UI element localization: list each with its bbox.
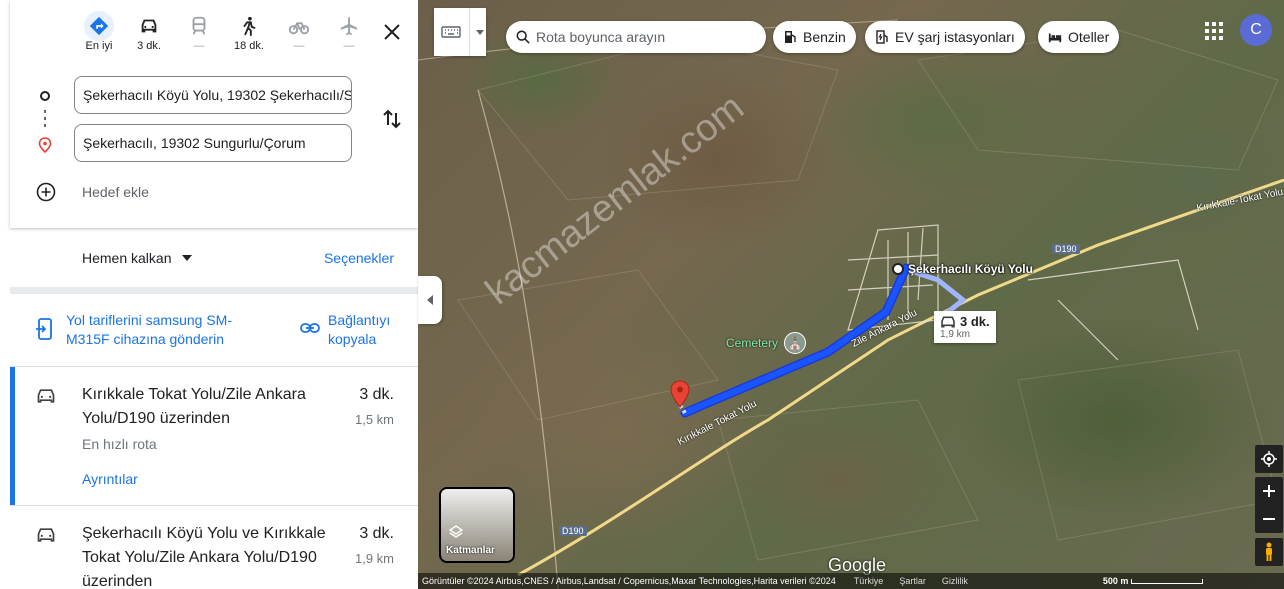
- route-distance: 1,9 km: [354, 551, 394, 566]
- zoom-in-button[interactable]: [1255, 477, 1283, 505]
- cemetery-label[interactable]: Cemetery ⛪: [726, 332, 807, 354]
- input-tools-button[interactable]: [434, 8, 486, 56]
- search-icon: [516, 30, 530, 44]
- route-title: Şekerhacılı Köyü Yolu ve Kırıkkale Tokat…: [82, 525, 326, 589]
- directions-icon: [84, 11, 114, 41]
- road-label-d190: D190: [559, 526, 587, 536]
- chip-fuel[interactable]: Benzin: [773, 21, 856, 53]
- chip-ev-charging[interactable]: EV şarj istasyonları: [865, 21, 1025, 53]
- destination-input[interactable]: Şekerhacılı, 19302 Sungurlu/Çorum: [74, 124, 352, 162]
- layers-button[interactable]: Katmanlar: [439, 487, 515, 563]
- share-row: Yol tariflerini samsung SM- M315F cihazı…: [0, 294, 418, 366]
- depart-row: Hemen kalkan Seçenekler: [0, 240, 418, 280]
- walk-icon: [224, 12, 274, 40]
- map-canvas[interactable]: kacmazemlak.com D190 D190 Kırıkkale-Toka…: [418, 0, 1284, 589]
- selected-indicator: [10, 367, 15, 505]
- my-location-button[interactable]: [1255, 445, 1283, 473]
- apps-grid-icon[interactable]: [1205, 22, 1223, 40]
- origin-marker-icon: [40, 91, 50, 101]
- keyboard-icon: [441, 26, 461, 38]
- swap-icon[interactable]: [381, 108, 403, 130]
- chevron-left-icon: [427, 295, 433, 305]
- cemetery-icon: ⛪: [784, 332, 807, 354]
- route-title: Kırıkkale Tokat Yolu/Zile Ankara Yolu/D1…: [82, 386, 306, 427]
- plus-icon: [1263, 485, 1275, 497]
- hotel-bed-icon: [1048, 33, 1062, 43]
- details-button[interactable]: Ayrıntılar: [82, 471, 138, 487]
- car-icon: [37, 528, 55, 542]
- zoom-out-button[interactable]: [1255, 505, 1283, 533]
- route-callout[interactable]: 3 dk. 1,9 km: [934, 311, 996, 343]
- location-target-icon: [1261, 451, 1277, 467]
- origin-input[interactable]: Şekerhacılı Köyü Yolu, 19302 Şekerhacılı…: [74, 76, 352, 114]
- mode-flight[interactable]: —: [324, 12, 374, 52]
- gas-station-icon: [785, 31, 796, 43]
- pegman-icon: [1266, 542, 1272, 561]
- directions-panel: En iyi 3 dk. — 18 dk. — — Şekerhacılı Kö…: [0, 0, 418, 589]
- car-icon: [37, 389, 55, 403]
- route-option-2[interactable]: Şekerhacılı Köyü Yolu ve Kırıkkale Tokat…: [10, 506, 418, 589]
- send-to-device-icon: [36, 318, 52, 340]
- avatar[interactable]: C: [1240, 14, 1272, 46]
- route-option-1[interactable]: Kırıkkale Tokat Yolu/Zile Ankara Yolu/D1…: [10, 367, 418, 505]
- attribution-bar: Görüntüler ©2024 Airbus,CNES / Airbus,La…: [418, 573, 1284, 589]
- collapse-panel-button[interactable]: [418, 276, 442, 324]
- dropdown-arrow-icon: [181, 255, 192, 261]
- street-view-pegman-button[interactable]: [1255, 538, 1283, 566]
- close-icon[interactable]: [382, 22, 402, 42]
- travel-modes: En iyi 3 dk. — 18 dk. — —: [74, 11, 374, 52]
- mode-cycling[interactable]: —: [274, 12, 324, 52]
- origin-circle-icon: [892, 263, 904, 275]
- car-icon: [941, 316, 955, 327]
- transit-icon: [174, 12, 224, 40]
- search-along-route-input[interactable]: Rota boyunca arayın: [506, 21, 766, 53]
- route-distance: 1,5 km: [354, 412, 394, 427]
- add-destination-button[interactable]: Hedef ekle: [36, 182, 149, 202]
- bicycle-icon: [274, 12, 324, 40]
- mode-best[interactable]: En iyi: [74, 11, 124, 52]
- destination-pin-icon[interactable]: [670, 380, 690, 408]
- mode-driving[interactable]: 3 dk.: [124, 12, 174, 52]
- depart-dropdown[interactable]: Hemen kalkan: [82, 250, 192, 266]
- options-button[interactable]: Seçenekler: [324, 250, 394, 266]
- layers-icon: [449, 525, 463, 538]
- road-label-d190: D190: [1052, 244, 1080, 254]
- send-to-phone-button[interactable]: Yol tariflerini samsung SM- M315F cihazı…: [36, 312, 232, 347]
- keyboard-divider: [469, 8, 470, 56]
- mode-transit[interactable]: —: [174, 12, 224, 52]
- origin-place-marker[interactable]: Şekerhacılı Köyü Yolu: [892, 262, 1033, 276]
- directions-header: En iyi 3 dk. — 18 dk. — — Şekerhacılı Kö…: [10, 0, 418, 228]
- destination-pin-icon: [38, 137, 52, 153]
- chip-hotels[interactable]: Oteller: [1038, 21, 1120, 53]
- copy-link-button[interactable]: Bağlantıyı kopyala: [300, 312, 390, 347]
- route-time: 3 dk.: [359, 525, 394, 542]
- add-circle-icon: [36, 182, 56, 202]
- caret-down-icon: [476, 29, 484, 35]
- minus-icon: [1263, 518, 1275, 520]
- scale-bar: [1131, 578, 1204, 584]
- divider: [10, 287, 418, 294]
- route-subtitle: En hızlı rota: [82, 436, 157, 452]
- route-dots: [44, 110, 46, 128]
- mode-walking[interactable]: 18 dk.: [224, 12, 274, 52]
- car-icon: [124, 12, 174, 40]
- flight-icon: [324, 12, 374, 40]
- ev-charging-icon: [876, 30, 888, 44]
- map-overlay: [418, 19, 1284, 589]
- route-time: 3 dk.: [359, 386, 394, 403]
- link-icon: [300, 323, 320, 333]
